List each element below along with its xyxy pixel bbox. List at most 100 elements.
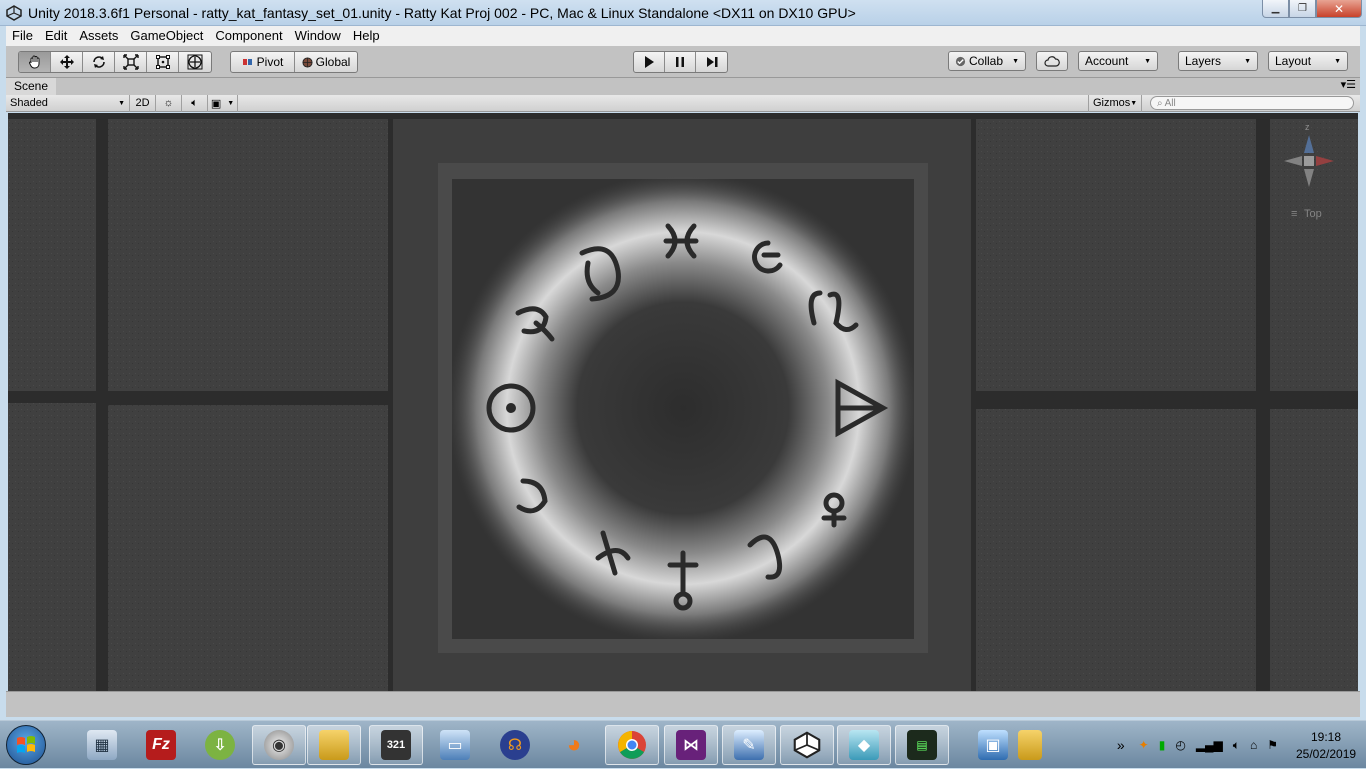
shading-mode-dropdown[interactable]: Shaded ▼ — [6, 94, 130, 112]
rect-tool-icon — [155, 55, 170, 69]
move-icon — [59, 55, 74, 69]
rune-circle — [448, 173, 918, 643]
windows-logo-icon — [17, 736, 35, 753]
taskbar-headphones[interactable]: ☊ — [488, 725, 542, 765]
menu-component[interactable]: Component — [209, 26, 288, 46]
taskbar-file-manager[interactable] — [307, 725, 361, 765]
menu-gameobject[interactable]: GameObject — [124, 26, 209, 46]
taskbar-chrome[interactable] — [605, 725, 659, 765]
step-button[interactable] — [696, 52, 727, 72]
taskbar-calculator[interactable]: ▦ — [75, 725, 129, 765]
play-icon — [645, 56, 654, 68]
scene-control-bar: Shaded ▼ 2D ☼ 🔈︎ ▣ ▼ Gizmos ▼ ⌕ All — [6, 94, 1360, 112]
terminal-icon: ▤ — [907, 730, 937, 760]
layers-dropdown[interactable]: Layers ▼ — [1178, 51, 1258, 71]
pivot-label: Pivot — [256, 55, 284, 69]
sun-icon: ☼ — [163, 97, 174, 109]
windows-taskbar: ▦ Fz ⇩ ◉ 321 ▭ ☊ ◕ ⋈ ✎ ◆ ▤ ▣ » ✦ ▮ ◴ ▂▄▆… — [0, 720, 1366, 768]
taskbar-unity[interactable] — [780, 725, 834, 765]
menu-file[interactable]: File — [6, 26, 39, 46]
transform-tools — [18, 51, 212, 73]
flag-icon[interactable]: ⚑ — [1267, 738, 1278, 752]
chevron-down-icon: ▼ — [1144, 57, 1151, 65]
tray-overflow-icon[interactable]: » — [1117, 737, 1125, 753]
image-icon: ▣ — [210, 97, 222, 110]
gizmos-label: Gizmos — [1093, 97, 1131, 109]
play-button[interactable] — [634, 52, 665, 72]
chrome-icon — [618, 731, 646, 759]
shading-mode-label: Shaded — [10, 97, 48, 109]
menu-help[interactable]: Help — [347, 26, 386, 46]
taskbar-sketchup[interactable]: ◆ — [837, 725, 891, 765]
pause-button[interactable] — [665, 52, 696, 72]
move-tool-button[interactable] — [51, 52, 83, 72]
taskbar-blender[interactable]: ◕ — [547, 725, 601, 765]
sketchup-icon: ◆ — [849, 730, 879, 760]
taskbar-android-file-transfer[interactable]: ⇩ — [193, 725, 247, 765]
taskbar-speaker[interactable]: ◉ — [252, 725, 306, 765]
collab-label: Collab — [969, 54, 1004, 68]
global-button[interactable]: Global — [295, 52, 357, 72]
taskbar-filezilla[interactable]: Fz — [134, 725, 188, 765]
folder-icon — [1018, 730, 1042, 760]
tab-scene[interactable]: Scene — [6, 78, 57, 95]
gizmos-dropdown[interactable]: Gizmos ▼ — [1088, 94, 1142, 112]
taskbar-visual-studio[interactable]: ⋈ — [664, 725, 718, 765]
maximize-button[interactable]: ❐ — [1289, 0, 1316, 18]
speaker-app-icon: ◉ — [264, 730, 294, 760]
panel-menu-icon[interactable]: ▾☰ — [1341, 80, 1356, 91]
taskbar-clock[interactable]: 19:18 25/02/2019 — [1296, 729, 1356, 763]
scale-tool-button[interactable] — [115, 52, 147, 72]
layout-dropdown[interactable]: Layout ▼ — [1268, 51, 1348, 71]
transform-tool-button[interactable] — [179, 52, 211, 72]
chevron-down-icon: ▼ — [1130, 99, 1138, 107]
scene-search-input[interactable]: ⌕ All — [1150, 96, 1354, 110]
chevron-down-icon: ▼ — [1012, 57, 1019, 65]
scene-viewport[interactable]: z Top ≡ — [8, 113, 1358, 691]
clock-tray-icon[interactable]: ◴ — [1175, 738, 1185, 752]
taskbar-folder[interactable] — [1003, 725, 1057, 765]
checkmark-icon — [955, 56, 966, 66]
effects-dropdown[interactable]: ▣ ▼ — [208, 94, 238, 112]
folder-icon — [319, 730, 349, 760]
close-button[interactable]: ✕ — [1316, 0, 1362, 18]
taskbar-remote-desktop[interactable]: ▭ — [428, 725, 482, 765]
2d-toggle[interactable]: 2D — [130, 94, 156, 112]
window-title: Unity 2018.3.6f1 Personal - ratty_kat_fa… — [28, 4, 856, 21]
android-icon: ⇩ — [205, 730, 235, 760]
taskbar-paint-editor[interactable]: ✎ — [722, 725, 776, 765]
unity-logo-icon — [6, 4, 22, 21]
battery-icon[interactable]: ▮ — [1159, 738, 1166, 752]
start-button[interactable] — [6, 725, 46, 765]
cloud-button[interactable] — [1036, 51, 1068, 71]
window-controls: ▁ ❐ ✕ — [1262, 0, 1362, 18]
blender-icon: ◕ — [566, 731, 582, 758]
taskbar-terminal[interactable]: ▤ — [895, 725, 949, 765]
globe-icon — [302, 56, 313, 68]
pivot-button[interactable]: Pivot — [231, 52, 295, 72]
avast-icon[interactable]: ✦ — [1139, 738, 1149, 752]
usb-icon[interactable]: ⌂ — [1250, 738, 1257, 752]
cloud-icon — [1044, 55, 1060, 67]
rect-tool-button[interactable] — [147, 52, 179, 72]
layout-label: Layout — [1275, 54, 1312, 68]
minimize-button[interactable]: ▁ — [1262, 0, 1289, 18]
menu-edit[interactable]: Edit — [39, 26, 73, 46]
chevron-down-icon: ▼ — [1244, 57, 1251, 65]
collab-dropdown[interactable]: Collab ▼ — [948, 51, 1026, 71]
remote-desktop-icon: ▭ — [440, 730, 470, 760]
pause-icon — [676, 57, 684, 67]
network-icon[interactable]: ▂▄▆ — [1196, 738, 1223, 752]
hand-tool-button[interactable] — [19, 52, 51, 72]
audio-toggle[interactable]: 🔈︎ — [182, 94, 208, 112]
account-dropdown[interactable]: Account ▼ — [1078, 51, 1158, 71]
taskbar-video-editor[interactable]: 321 — [369, 725, 423, 765]
lighting-toggle[interactable]: ☼ — [156, 94, 182, 112]
menu-bar: File Edit Assets GameObject Component Wi… — [6, 26, 1360, 46]
rotate-tool-button[interactable] — [83, 52, 115, 72]
account-label: Account — [1085, 54, 1129, 68]
menu-window[interactable]: Window — [289, 26, 347, 46]
volume-icon[interactable]: 🔈︎ — [1233, 738, 1240, 753]
menu-assets[interactable]: Assets — [73, 26, 124, 46]
window-title-bar: Unity 2018.3.6f1 Personal - ratty_kat_fa… — [0, 0, 1366, 26]
